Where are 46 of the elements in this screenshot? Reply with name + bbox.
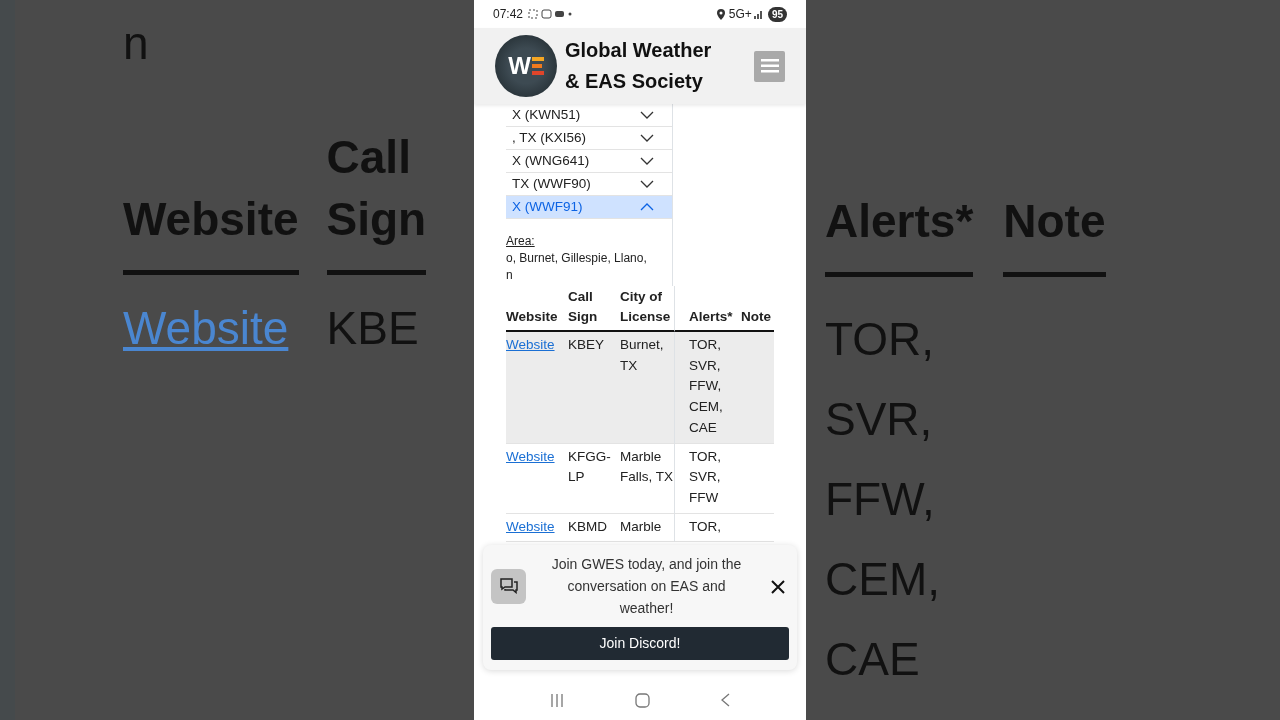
site-title[interactable]: Global Weather & EAS Society [565, 35, 746, 97]
signal-icon [753, 9, 764, 19]
join-button[interactable]: Join Discord! [491, 627, 789, 660]
chevron-icon [640, 157, 654, 165]
table-cell: Marble [620, 513, 675, 543]
logo-bars-icon [531, 57, 544, 75]
table-cell: TOR, SVR, FFW, CEM, CAE [675, 332, 741, 444]
table-cell: TOR, SVR, FFW [675, 443, 741, 514]
back-icon[interactable] [721, 693, 731, 707]
status-icons [527, 8, 574, 20]
area-label: Area: [506, 233, 536, 250]
table-cell: KBE [326, 302, 419, 354]
table-cell: KBEY [568, 332, 620, 444]
table-cell: TOR, [675, 513, 741, 543]
table-cell: Burnet, TX [620, 332, 675, 444]
website-link[interactable]: Website [506, 448, 555, 464]
text-fragment: n [123, 16, 150, 71]
network-label: 5G+ [728, 6, 752, 23]
column-header: Note [1003, 193, 1106, 249]
table-cell: KFGG- LP [568, 443, 620, 514]
chevron-icon [640, 134, 654, 142]
chat-icon [499, 578, 518, 594]
chevron-icon [640, 180, 654, 188]
close-icon [771, 579, 785, 594]
area-counties: o, Burnet, Gillespie, Llano, n [506, 250, 648, 284]
location-icon [716, 8, 725, 20]
popup-message: Join GWES today, and join the conversation on EAS and weather! [550, 555, 743, 618]
column-header: Website [123, 191, 299, 247]
accordion-item[interactable]: X (WWF91) [506, 196, 672, 219]
home-icon[interactable] [635, 692, 650, 708]
menu-icon [760, 59, 779, 73]
table-cell: KBMD [568, 513, 620, 543]
chevron-icon [640, 203, 654, 211]
table-cell-text: TOR, SVR, FFW, CEM, CAE [825, 312, 941, 687]
clock-time: 07:42 [493, 6, 524, 23]
website-link[interactable]: Website [506, 518, 555, 534]
menu-button[interactable] [754, 50, 785, 82]
table-cell: Marble Falls, TX [620, 443, 675, 514]
battery-level: 95 [767, 6, 787, 22]
column-header: Call [326, 129, 412, 185]
recent-apps-icon[interactable] [549, 693, 564, 707]
chevron-icon [640, 111, 654, 119]
column-header: Sign [326, 191, 427, 247]
website-link[interactable]: Website [506, 337, 555, 352]
column-header: Alerts* [825, 193, 974, 249]
logo[interactable]: W [495, 35, 557, 97]
